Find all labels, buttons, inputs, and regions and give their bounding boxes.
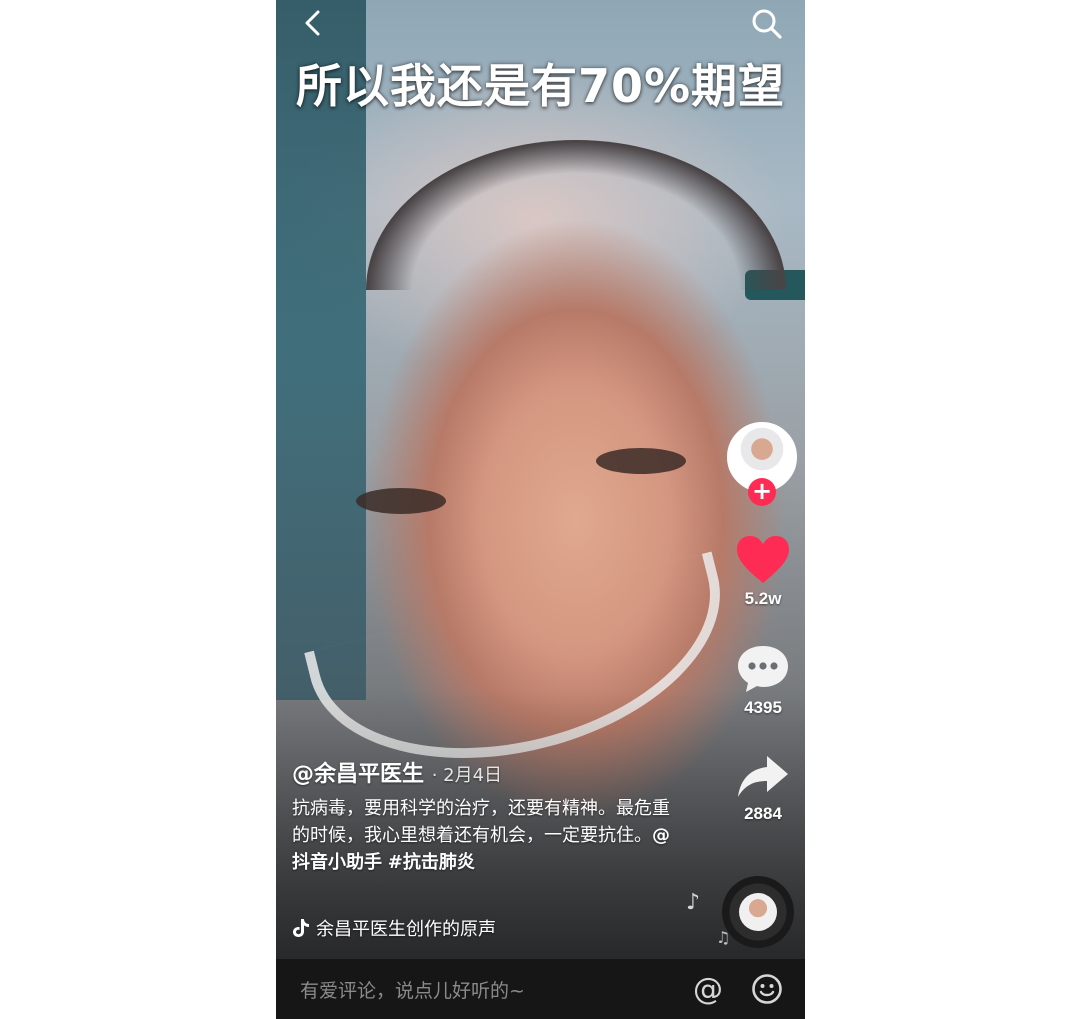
comment-bar: 有爱评论，说点儿好听的~ @ bbox=[276, 959, 805, 1019]
comment-input[interactable]: 有爱评论，说点儿好听的~ bbox=[300, 976, 693, 1003]
video-subject-eye bbox=[356, 488, 446, 514]
share-button[interactable]: 2884 bbox=[726, 754, 800, 824]
share-count: 2884 bbox=[744, 804, 782, 823]
post-description: 抗病毒，要用科学的治疗，还要有精神。最危重的时候，我心里想着还有机会，一定要抗住… bbox=[292, 795, 672, 876]
author-name[interactable]: @余昌平医生 · 2月4日 bbox=[292, 756, 502, 788]
music-title[interactable]: 余昌平医生创作的原声 bbox=[316, 915, 496, 941]
emoji-button[interactable] bbox=[751, 973, 783, 1005]
music-info[interactable]: 余昌平医生创作的原声 bbox=[292, 915, 496, 941]
music-disc[interactable] bbox=[722, 876, 794, 948]
tiktok-note-icon bbox=[293, 919, 309, 937]
like-button[interactable]: 5.2w bbox=[726, 535, 800, 609]
comment-count: 4395 bbox=[744, 698, 782, 717]
search-icon bbox=[752, 9, 782, 39]
music-note-icon: ♪ bbox=[686, 890, 701, 915]
video-player[interactable]: 所以我还是有70%期望 + 5.2w 4395 2884 @余昌平医生 · 2月… bbox=[276, 0, 805, 1019]
back-button[interactable] bbox=[298, 8, 328, 38]
comment-button[interactable]: 4395 bbox=[726, 644, 800, 718]
description-text: 抗病毒，要用科学的治疗，还要有精神。最危重的时候，我心里想着还有机会，一定要抗住… bbox=[292, 798, 670, 846]
post-date: · 2月4日 bbox=[431, 765, 503, 786]
comment-icon bbox=[738, 646, 788, 692]
like-count: 5.2w bbox=[744, 589, 782, 608]
hashtag-link[interactable]: #抗击肺炎 bbox=[388, 852, 475, 873]
video-caption: 所以我还是有70%期望 bbox=[295, 59, 786, 113]
follow-button[interactable]: + bbox=[748, 478, 776, 506]
heart-icon bbox=[737, 536, 789, 583]
smiley-icon bbox=[752, 974, 782, 1004]
chevron-left-icon bbox=[305, 10, 320, 36]
author-avatar[interactable]: + bbox=[727, 422, 797, 506]
author-handle[interactable]: @余昌平医生 bbox=[292, 762, 424, 787]
mention-button[interactable]: @ bbox=[693, 972, 723, 1007]
search-button[interactable] bbox=[751, 8, 783, 40]
share-icon bbox=[738, 756, 788, 797]
music-disc-button[interactable] bbox=[722, 876, 794, 948]
music-cover-avatar bbox=[739, 893, 777, 931]
video-subject-eye bbox=[596, 448, 686, 474]
